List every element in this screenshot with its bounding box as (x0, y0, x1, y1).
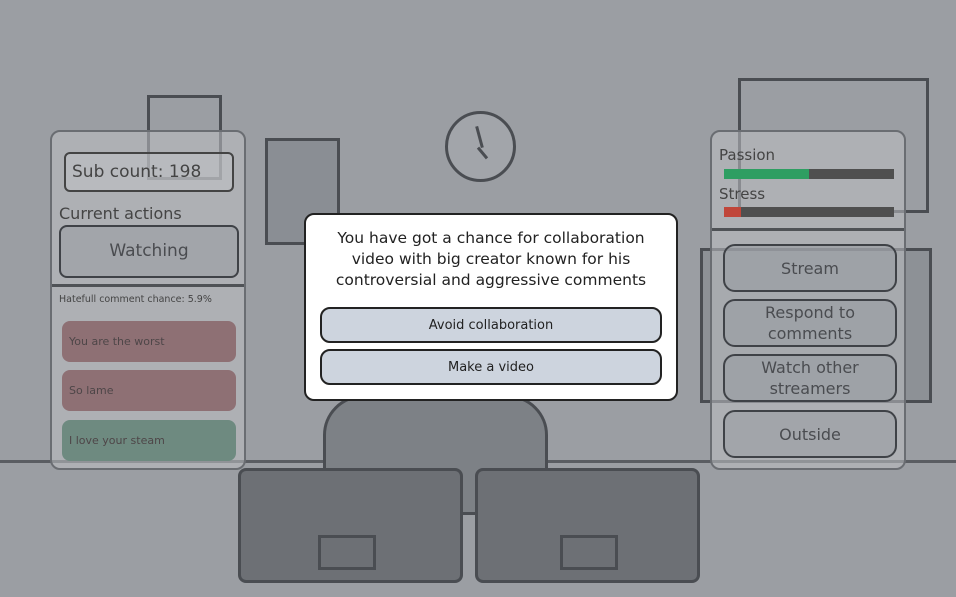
dialog-message: You have got a chance for collaboration … (335, 229, 647, 289)
watch-other-streamers-button[interactable]: Watch other streamers (723, 354, 897, 402)
comment-item[interactable]: I love your steam (62, 420, 236, 461)
stream-button[interactable]: Stream (723, 244, 897, 292)
event-dialog: You have got a chance for collaboration … (304, 213, 678, 401)
sub-count: Sub count: 198 (64, 152, 234, 192)
comment-item[interactable]: So lame (62, 370, 236, 411)
passion-label: Passion (719, 146, 776, 164)
passion-bar (724, 169, 894, 179)
monitor-stand-right (560, 535, 618, 570)
current-actions-label: Current actions (59, 204, 182, 223)
monitor-stand-left (318, 535, 376, 570)
make-a-video-button[interactable]: Make a video (320, 349, 662, 385)
stress-label: Stress (719, 185, 766, 203)
avoid-collaboration-button[interactable]: Avoid collaboration (320, 307, 662, 343)
left-panel: Sub count: 198 Current actions Watching … (50, 130, 246, 470)
divider (712, 228, 904, 231)
stress-bar (724, 207, 894, 217)
outside-button[interactable]: Outside (723, 410, 897, 458)
divider (52, 284, 244, 287)
hateful-chance: Hatefull comment chance: 5.9% (59, 294, 212, 305)
clock-icon (445, 111, 516, 182)
right-panel: Passion Stress Stream Respond to comment… (710, 130, 906, 470)
respond-to-comments-button[interactable]: Respond to comments (723, 299, 897, 347)
current-action-button[interactable]: Watching (59, 225, 239, 278)
comment-item[interactable]: You are the worst (62, 321, 236, 362)
